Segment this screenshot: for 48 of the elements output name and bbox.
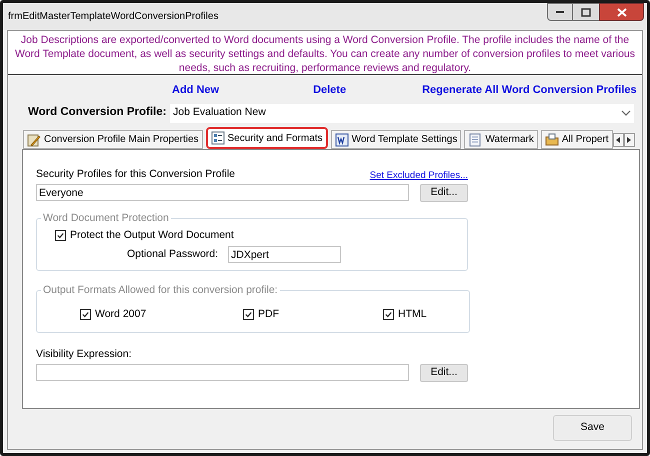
- pencil-note-icon: [27, 132, 41, 146]
- group-title: Word Document Protection: [42, 210, 170, 226]
- close-icon: [616, 8, 626, 16]
- action-link[interactable]: Delete: [313, 82, 346, 98]
- checkbox-label: Word 2007: [95, 306, 146, 322]
- maximize-button[interactable]: [573, 3, 599, 21]
- profile-dropdown[interactable]: Job Evaluation New: [170, 104, 634, 122]
- checkbox[interactable]: [80, 308, 91, 320]
- field-label: Visibility Expression:: [36, 346, 133, 362]
- document-icon: [468, 132, 482, 146]
- checkbox-label: HTML: [398, 306, 427, 322]
- checkbox[interactable]: [383, 308, 394, 320]
- action-link[interactable]: Regenerate All Word Conversion Profiles: [422, 82, 637, 98]
- list-icon: [210, 131, 225, 145]
- excluded-profiles-link[interactable]: Set Excluded Profiles...: [370, 168, 468, 183]
- checkbox[interactable]: [243, 308, 254, 320]
- scroll-left-button[interactable]: [612, 133, 624, 147]
- document-icon: [334, 132, 349, 146]
- description-text: Job Descriptions are exported/converted to Word documents using a Word Conversion Profile. The profile includes the name of the Word Template document, as well as security settings and defaults. You can create any number of conversion profiles to meet various needs, such as recruiting, performance reviews and regulatory.: [8, 31, 642, 75]
- tab[interactable]: Security and Formats: [206, 127, 328, 149]
- chevron-icon: [621, 110, 631, 116]
- folder-icon: [544, 132, 559, 146]
- maximize-icon: [581, 8, 591, 16]
- edit-button[interactable]: Edit...: [420, 184, 468, 202]
- field-label: Optional Password:: [127, 246, 220, 262]
- security-profile-field[interactable]: Everyone: [36, 184, 409, 202]
- close-button[interactable]: [599, 3, 644, 21]
- right-arrow-icon: [627, 137, 632, 143]
- tab[interactable]: Conversion Profile Main Properties: [23, 130, 203, 149]
- minimize-button[interactable]: [547, 3, 573, 21]
- group-title: Output Formats Allowed for this conversion profile:: [42, 282, 279, 298]
- field-label: Security Profiles for this Conversion Profile: [36, 167, 235, 182]
- window-title: frmEditMasterTemplateWordConversionProfiles: [8, 10, 218, 24]
- save-button[interactable]: Save: [553, 415, 632, 441]
- scroll-right-button[interactable]: [624, 133, 635, 147]
- action-link[interactable]: Add New: [172, 82, 220, 98]
- field-label: Word Conversion Profile:: [28, 105, 168, 120]
- minimize-icon: [555, 10, 565, 14]
- tab[interactable]: Watermark: [464, 130, 538, 149]
- tab[interactable]: All Propert: [540, 130, 613, 149]
- edit-button[interactable]: Edit...: [420, 364, 468, 382]
- checkbox-label: PDF: [258, 306, 279, 322]
- checkbox-label: Protect the Output Word Document: [70, 228, 234, 242]
- visibility-expression-field[interactable]: [36, 364, 409, 381]
- tab[interactable]: Word Template Settings: [330, 130, 462, 149]
- password-field[interactable]: JDXpert: [228, 246, 341, 264]
- left-arrow-icon: [616, 137, 620, 143]
- checkbox[interactable]: [55, 230, 66, 241]
